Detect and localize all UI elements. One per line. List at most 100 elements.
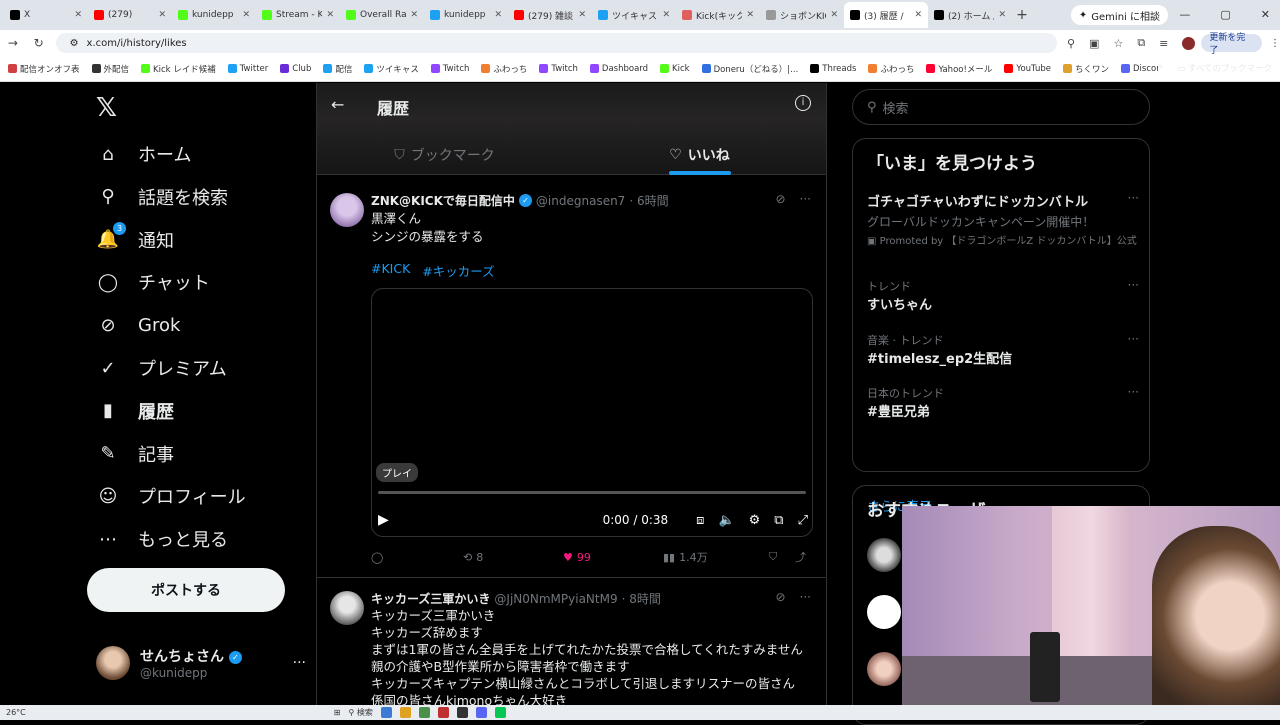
browser-tab[interactable]: (2) ホーム / ✕ <box>928 2 1012 28</box>
back-arrow-icon[interactable]: ← <box>331 95 344 114</box>
bookmark-item[interactable]: YouTube <box>1004 64 1051 74</box>
avatar[interactable] <box>867 538 901 572</box>
bookmark-item[interactable]: ふわっち <box>868 63 914 75</box>
close-tab-icon[interactable]: ✕ <box>830 10 838 20</box>
star-icon[interactable]: ☆ <box>1113 37 1123 50</box>
tab-bookmarks[interactable]: ⛉ ブックマーク <box>317 135 572 175</box>
close-tab-icon[interactable]: ✕ <box>494 10 502 20</box>
zoom-icon[interactable]: ⚲ <box>1067 37 1075 50</box>
site-info-icon[interactable]: ⚙ <box>70 38 79 49</box>
nav-item-chat[interactable]: ◯ チャット <box>96 267 210 297</box>
more-icon[interactable]: ··· <box>1128 332 1139 346</box>
reply-button[interactable]: ◯ <box>371 551 463 564</box>
grok-icon[interactable]: ⊘ <box>775 590 785 604</box>
browser-tab[interactable]: kunidepp ✕ <box>424 2 508 28</box>
repost-button[interactable]: ⟲ 8 <box>463 551 563 564</box>
bookmark-button[interactable]: ⛉ <box>769 550 795 564</box>
bookmark-item[interactable]: Doneru（どねる）|... <box>701 63 798 75</box>
close-tab-icon[interactable]: ✕ <box>242 10 250 20</box>
bookmark-item[interactable]: Twitter <box>227 64 268 74</box>
share-button[interactable]: ⤴ <box>795 549 806 565</box>
kebab-menu-icon[interactable]: ⋮ <box>1270 38 1280 49</box>
x-logo-icon[interactable]: 𝕏 <box>96 93 117 123</box>
settings-icon[interactable]: ⚙ <box>749 513 761 528</box>
nav-item-article[interactable]: ✎ 記事 <box>96 439 174 469</box>
hashtag-link[interactable]: #KICK <box>371 261 410 280</box>
close-tab-icon[interactable]: ✕ <box>914 10 922 20</box>
browser-tab[interactable]: (3) 履歴 / ✕ <box>844 2 928 28</box>
close-icon[interactable]: ✕ <box>1261 8 1270 21</box>
bookmark-item[interactable]: Kick <box>660 64 690 74</box>
weather-widget[interactable]: 26°C <box>6 708 26 717</box>
browser-tab[interactable]: ショボンKIC ✕ <box>760 2 844 28</box>
browser-tab[interactable]: (279) 雑談 ✕ <box>508 2 592 28</box>
all-bookmarks[interactable]: ▭ すべてのブックマーク <box>1177 62 1272 74</box>
minimize-icon[interactable]: — <box>1179 8 1190 21</box>
taskbar-app-icon[interactable] <box>475 707 487 718</box>
browser-tab[interactable]: Overall Ra ✕ <box>340 2 424 28</box>
bookmark-item[interactable]: 配信オンオフ表 <box>8 63 80 75</box>
views-button[interactable]: ▮▮ 1.4万 <box>663 549 769 565</box>
new-tab-button[interactable]: + <box>1012 7 1032 23</box>
trend-item[interactable]: トレンド すいちゃん ··· <box>867 278 1139 313</box>
windows-start-icon[interactable]: ⊞ <box>334 708 341 717</box>
post-time[interactable]: · 8時間 <box>622 590 661 607</box>
more-icon[interactable]: ··· <box>1128 278 1139 292</box>
bookmark-item[interactable]: Dashboard <box>589 64 648 74</box>
taskbar-app-icon[interactable] <box>456 707 468 718</box>
nav-item-premium[interactable]: ✓ プレミアム <box>96 353 226 383</box>
back-icon[interactable]: → <box>0 36 26 50</box>
nav-item-search[interactable]: ⚲ 話題を検索 <box>96 182 228 212</box>
nav-item-bookmark[interactable]: ▮ 履歴 <box>96 396 174 426</box>
update-button[interactable]: 更新を完了 <box>1201 33 1263 56</box>
volume-icon[interactable]: 🔈 <box>718 513 734 528</box>
avatar[interactable] <box>867 595 901 629</box>
more-icon[interactable]: ··· <box>1128 385 1139 399</box>
nav-item-bell[interactable]: 🔔 3 通知 <box>96 221 174 255</box>
close-tab-icon[interactable]: ✕ <box>158 10 166 20</box>
author-name[interactable]: キッカーズ三軍かいき <box>371 590 490 607</box>
author-name[interactable]: ZNK@KICKで毎日配信中 <box>371 192 515 209</box>
close-tab-icon[interactable]: ✕ <box>998 10 1006 20</box>
nav-item-profile[interactable]: ☺ プロフィール <box>96 481 246 511</box>
bookmark-item[interactable]: Twitch <box>430 64 469 74</box>
bookmark-item[interactable]: ちくワン <box>1062 63 1109 75</box>
bookmark-item[interactable]: 外配信 <box>91 63 129 75</box>
post-item[interactable]: キッカーズ三軍かいき @JjN0NmMPyiaNtM9 · 8時間 ⊘ ··· … <box>317 579 826 705</box>
taskbar-app-icon[interactable] <box>418 707 430 718</box>
search-input[interactable]: ⚲ 検索 <box>852 89 1150 125</box>
post-button[interactable]: ポストする <box>87 568 285 612</box>
url-field[interactable]: ⚙ x.com/i/history/likes <box>55 33 1057 53</box>
nav-item-grok[interactable]: ⊘ Grok <box>96 310 180 340</box>
taskbar-search[interactable]: ⚲ 検索 <box>348 707 372 718</box>
trend-item[interactable]: 日本のトレンド #豊臣兄弟 ··· <box>867 385 1139 420</box>
pip-icon[interactable]: ⧉ <box>774 513 783 528</box>
close-tab-icon[interactable]: ✕ <box>410 10 418 20</box>
bookmark-item[interactable]: Threads <box>810 64 856 74</box>
close-tab-icon[interactable]: ✕ <box>326 10 334 20</box>
close-tab-icon[interactable]: ✕ <box>662 10 670 20</box>
bookmark-item[interactable]: Kick レイド候補 <box>141 63 216 75</box>
install-icon[interactable]: ▣ <box>1089 37 1099 50</box>
like-button[interactable]: ♥ 99 <box>563 551 663 564</box>
post-time[interactable]: · 6時間 <box>629 192 668 209</box>
more-icon[interactable]: ··· <box>293 655 306 671</box>
reload-icon[interactable]: ↻ <box>26 36 52 50</box>
tab-likes[interactable]: ♡ いいね <box>572 135 826 175</box>
info-icon[interactable]: i <box>795 95 811 111</box>
more-icon[interactable]: ··· <box>1128 191 1139 205</box>
bookmark-item[interactable]: 配信 <box>323 63 352 75</box>
avatar[interactable] <box>867 652 901 686</box>
avatar[interactable] <box>330 591 364 625</box>
browser-tab[interactable]: Kick(キック ✕ <box>676 2 760 28</box>
close-tab-icon[interactable]: ✕ <box>74 10 82 20</box>
maximize-icon[interactable]: ▢ <box>1220 8 1230 21</box>
bookmark-item[interactable]: Yahoo!メール <box>926 63 992 75</box>
play-icon[interactable]: ▶ <box>378 512 389 528</box>
taskbar-app-icon[interactable] <box>494 707 506 718</box>
nav-item-home[interactable]: ⌂ ホーム <box>96 139 191 169</box>
browser-tab[interactable]: (279) ✕ <box>88 2 172 28</box>
trend-item[interactable]: ゴチャゴチャいわずにドッカンバトル グローバルドッカンキャンペーン開催中！ ▣ … <box>867 191 1139 248</box>
browser-tab[interactable]: Stream - K ✕ <box>256 2 340 28</box>
browser-tab[interactable]: kunidepp ✕ <box>172 2 256 28</box>
